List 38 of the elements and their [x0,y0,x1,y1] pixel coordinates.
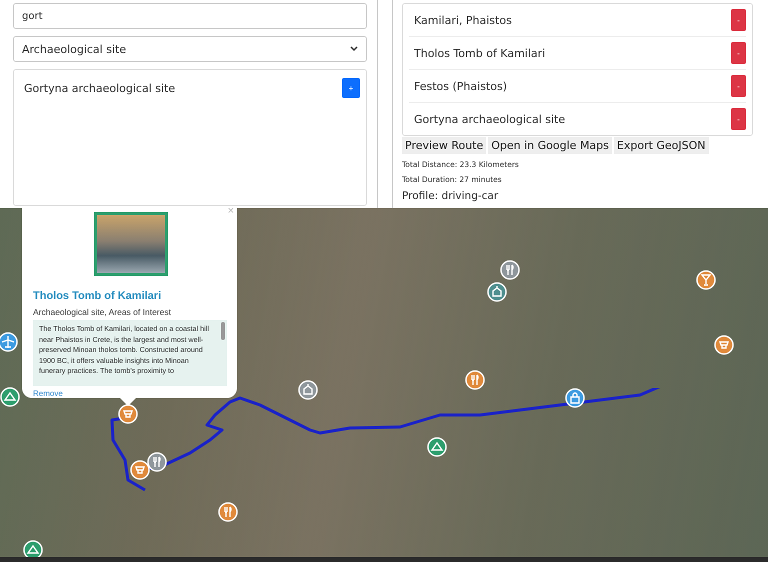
result-name: Gortyna archaeological site [24,82,176,94]
category-select[interactable]: Archaeological site [13,36,367,62]
map-marker-icon[interactable] [696,270,716,290]
popup-pointer-icon [120,398,136,406]
map-marker-icon[interactable] [565,388,585,408]
route-stop-name: Gortyna archaeological site [414,112,566,126]
map-marker-icon[interactable] [0,387,20,407]
add-button[interactable]: + [342,78,360,98]
map-marker-icon[interactable] [465,370,485,390]
map-marker-icon[interactable] [500,260,520,280]
remove-stop-button[interactable]: - [731,75,746,97]
map-marker-icon[interactable] [218,502,238,522]
remove-link[interactable]: Remove [33,389,63,398]
remove-stop-button[interactable]: - [731,9,746,31]
remove-stop-button[interactable]: - [731,108,746,130]
chevron-down-icon [350,46,358,52]
map-marker-icon[interactable] [427,437,447,457]
map-marker-icon[interactable] [298,380,318,400]
action-button[interactable]: Export GeoJSON [614,137,709,154]
map-marker-icon[interactable] [714,335,734,355]
remove-stop-button[interactable]: - [731,42,746,64]
route-stop-name: Tholos Tomb of Kamilari [414,46,546,60]
action-button[interactable]: Open in Google Maps [488,137,612,154]
popup-subtitle: Archaeological site, Areas of Interest [33,307,172,317]
scrollbar-thumb[interactable] [221,322,225,340]
map-marker-icon[interactable] [23,540,43,557]
satellite-map[interactable] [0,208,768,557]
search-field[interactable]: gort [13,3,367,29]
map-marker-icon[interactable] [130,460,150,480]
popup-title: Tholos Tomb of Kamilari [33,290,162,302]
map-marker-icon[interactable] [147,452,167,472]
map-marker-icon[interactable] [118,404,138,424]
route-stop-name: Kamilari, Phaistos [414,14,512,26]
action-button[interactable]: Preview Route [402,137,486,154]
map-marker-icon[interactable] [0,332,18,352]
map-marker-icon[interactable] [487,282,507,302]
route-stop-name: Festos (Phaistos) [414,80,507,92]
route-profile: Profile: driving-car [402,190,500,202]
